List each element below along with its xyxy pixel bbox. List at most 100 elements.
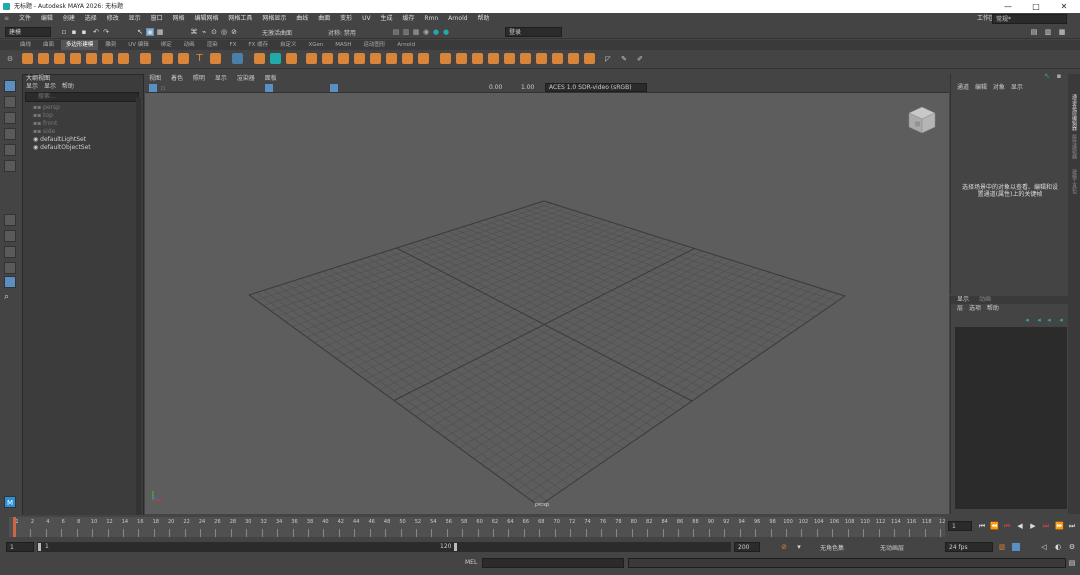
animation-end-field[interactable]: 200	[734, 542, 760, 552]
select-by-object-icon[interactable]: ▣	[146, 28, 154, 36]
poly-cube-icon[interactable]	[38, 53, 49, 64]
target-weld-icon[interactable]	[536, 53, 547, 64]
undo-icon[interactable]: ↶	[92, 28, 100, 36]
outliner-item-default-light-set[interactable]: ◉ defaultLightSet	[23, 136, 143, 144]
close-button[interactable]: ✕	[1050, 0, 1078, 13]
go-to-start-icon[interactable]: ⏮	[978, 522, 986, 530]
script-editor-icon[interactable]: ▤	[1068, 559, 1076, 567]
rotate-tool-icon[interactable]	[4, 144, 16, 156]
view-cube[interactable]: 前	[907, 105, 937, 135]
shelf-tab-poly-modeling[interactable]: 多边形建模	[60, 40, 99, 50]
fps-dropdown[interactable]: 24 fps	[945, 542, 993, 552]
move-tool-icon[interactable]	[4, 128, 16, 140]
circularize-icon[interactable]	[568, 53, 579, 64]
two-panes-layout-icon[interactable]	[4, 246, 16, 258]
animation-start-field[interactable]: 1	[6, 542, 34, 552]
extract-icon[interactable]	[338, 53, 349, 64]
gamma-value[interactable]: 1.00	[521, 84, 534, 92]
channel-box-collapse-icon[interactable]: ▪	[1055, 72, 1063, 80]
maximize-button[interactable]: □	[1022, 0, 1050, 13]
outliner-menu-display[interactable]: 显示	[26, 83, 38, 90]
menu-select[interactable]: 选择	[81, 13, 101, 25]
shelf-tab-surfaces[interactable]: 曲面	[38, 40, 59, 50]
bridge-icon[interactable]	[472, 53, 483, 64]
channel-menu-show[interactable]: 显示	[1011, 84, 1023, 91]
shelf-tab-curves[interactable]: 曲线	[0, 40, 36, 50]
viewport-menu-renderer[interactable]: 渲染器	[233, 74, 259, 83]
step-back-frame-icon[interactable]: ⏪	[990, 522, 999, 530]
single-perspective-layout-icon[interactable]	[4, 214, 16, 226]
toggle-panels-icon[interactable]: ▤	[1030, 28, 1038, 36]
layer-menu-layers[interactable]: 层	[957, 305, 963, 312]
shelf-tab-animation[interactable]: 动画	[179, 40, 200, 50]
color-space-dropdown[interactable]: ACES 1.0 SDR-video (sRGB)	[545, 83, 647, 92]
shelf-tab-xgen[interactable]: XGen	[303, 40, 328, 50]
scale-tool-icon[interactable]	[4, 160, 16, 172]
channel-menu-object[interactable]: 对象	[993, 84, 1005, 91]
select-by-component-icon[interactable]: ▦	[156, 28, 164, 36]
move-layer-up-icon[interactable]: ◂	[1023, 316, 1031, 324]
viewport-menu-lighting[interactable]: 照明	[189, 74, 209, 83]
smooth-icon[interactable]	[286, 53, 297, 64]
shelf-tab-mash[interactable]: MASH	[330, 40, 356, 50]
range-end-handle[interactable]	[454, 543, 457, 551]
toggle-channel-box-icon[interactable]: ▦	[1058, 28, 1066, 36]
type-tool-icon[interactable]: T	[194, 53, 205, 64]
render-frame-icon[interactable]: ▤	[392, 28, 400, 36]
play-backwards-icon[interactable]: ◀	[1016, 522, 1024, 530]
outliner-menu-help[interactable]: 帮助	[62, 83, 74, 90]
move-layer-down-icon[interactable]: ◂	[1035, 316, 1043, 324]
shelf-tab-sculpting[interactable]: 雕刻	[100, 40, 121, 50]
playback-speed-icon[interactable]: ◐	[1054, 543, 1062, 551]
bevel-icon[interactable]	[456, 53, 467, 64]
layer-tab-display[interactable]: 显示	[957, 296, 969, 303]
super-shape-icon[interactable]	[140, 53, 151, 64]
menu-surfaces[interactable]: 曲面	[314, 13, 334, 25]
menu-create[interactable]: 创建	[59, 13, 79, 25]
outliner-scrollbar[interactable]	[136, 97, 141, 517]
channel-menu-edit[interactable]: 编辑	[975, 84, 987, 91]
step-forward-key-icon[interactable]: ⏭	[1042, 522, 1050, 530]
poly-torus-icon[interactable]	[86, 53, 97, 64]
toggle-attribute-editor-icon[interactable]: ▥	[1044, 28, 1052, 36]
outliner-layout-icon[interactable]	[4, 262, 16, 274]
menu-cache[interactable]: 缓存	[398, 13, 418, 25]
outliner-item-top[interactable]: ▪▪ top	[23, 112, 143, 120]
outliner-item-default-object-set[interactable]: ◉ defaultObjectSet	[23, 144, 143, 152]
sweep-mesh-icon[interactable]	[162, 53, 173, 64]
edge-loop-icon[interactable]	[520, 53, 531, 64]
redo-icon[interactable]: ↷	[102, 28, 110, 36]
multi-cut-icon[interactable]	[504, 53, 515, 64]
range-start-handle[interactable]	[38, 543, 41, 551]
animation-preferences-icon[interactable]: ▥	[998, 543, 1006, 551]
camera-attributes-icon[interactable]: ▫	[159, 84, 167, 92]
extrude-icon[interactable]	[440, 53, 451, 64]
render-settings-icon[interactable]: ▦	[412, 28, 420, 36]
poly-sphere-icon[interactable]	[22, 53, 33, 64]
viewport-menu-shading[interactable]: 着色	[167, 74, 187, 83]
grid-toggle-icon[interactable]	[265, 84, 273, 92]
new-empty-layer-icon[interactable]: ◂	[1045, 316, 1053, 324]
menu-curves[interactable]: 曲线	[292, 13, 312, 25]
new-scene-icon[interactable]: ▫	[60, 28, 68, 36]
auto-uv-icon[interactable]: ✎	[620, 55, 628, 63]
viewport-menu-view[interactable]: 视图	[145, 74, 165, 83]
layer-list[interactable]	[955, 327, 1067, 509]
perspective-viewport[interactable]: 前 persp	[145, 93, 949, 514]
snap-grid-icon[interactable]: ⌘	[190, 28, 198, 36]
menu-help[interactable]: 帮助	[473, 13, 493, 25]
workspace-dropdown[interactable]: 常规*	[992, 14, 1067, 24]
menu-edit[interactable]: 编辑	[37, 13, 57, 25]
current-frame-field[interactable]: 1	[948, 521, 972, 531]
layer-tab-anim[interactable]: 动画	[979, 296, 991, 303]
remesh-icon[interactable]	[386, 53, 397, 64]
snap-curve-icon[interactable]: ⌁	[200, 28, 208, 36]
outliner-item-side[interactable]: ▪▪ side	[23, 128, 143, 136]
anim-layer-dropdown[interactable]: 无动画层	[880, 543, 904, 552]
minimize-button[interactable]: —	[994, 0, 1022, 13]
outliner-item-front[interactable]: ▪▪ front	[23, 120, 143, 128]
command-input[interactable]	[482, 558, 624, 568]
menu-mesh[interactable]: 网格	[169, 13, 189, 25]
layer-menu-options[interactable]: 选项	[969, 305, 981, 312]
command-language-label[interactable]: MEL	[465, 559, 477, 566]
